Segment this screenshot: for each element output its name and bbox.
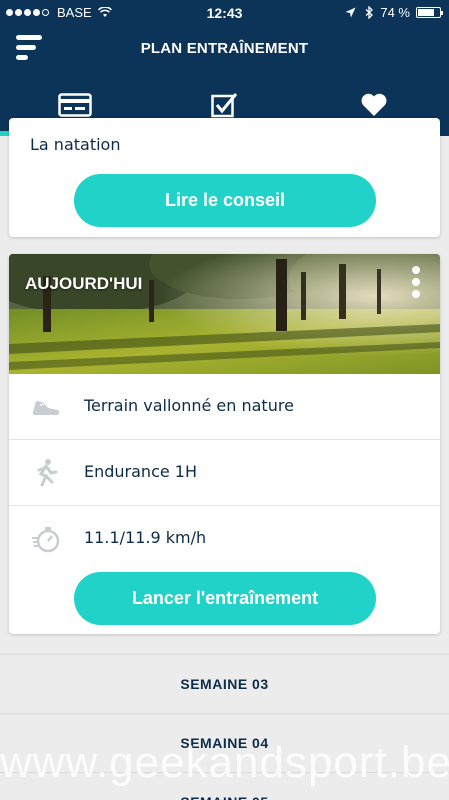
battery-fill [418, 9, 434, 16]
week-row-03[interactable]: SEMAINE 03 [0, 654, 449, 712]
app-header: PLAN ENTRAÎNEMENT [0, 25, 449, 73]
location-arrow-icon [345, 7, 356, 18]
shoe-icon [33, 401, 60, 415]
week-row-04[interactable]: SEMAINE 04 [0, 713, 449, 771]
today-card: AUJOURD'HUI Terrain vallonné en nature E… [9, 254, 440, 634]
start-training-button[interactable]: Lancer l'entraînement [74, 572, 376, 625]
speed-text: 11.1/11.9 km/h [84, 528, 207, 547]
advice-card: La natation Lire le conseil [9, 118, 440, 237]
today-label: AUJOURD'HUI [25, 274, 143, 293]
battery-icon [416, 7, 443, 18]
more-vertical-icon[interactable] [412, 266, 420, 302]
terrain-text: Terrain vallonné en nature [84, 396, 294, 415]
park-scene-illustration [9, 254, 440, 374]
battery-percent: 74 % [380, 5, 410, 20]
park-hero-image: AUJOURD'HUI [9, 254, 440, 374]
speed-row: 11.1/11.9 km/h [9, 506, 440, 572]
endurance-row: Endurance 1H [9, 440, 440, 506]
status-bar: BASE 12:43 74 % [0, 0, 449, 25]
checklist-icon [210, 92, 237, 117]
endurance-text: Endurance 1H [84, 462, 198, 481]
runner-icon [37, 459, 58, 487]
read-advice-button[interactable]: Lire le conseil [74, 174, 376, 227]
advice-text: La natation [30, 135, 121, 154]
stopwatch-speed-icon [32, 527, 60, 553]
training-card-icon [58, 92, 92, 117]
page-title: PLAN ENTRAÎNEMENT [140, 40, 309, 57]
heart-icon [361, 93, 387, 116]
terrain-row: Terrain vallonné en nature [9, 374, 440, 440]
bluetooth-icon [365, 6, 374, 19]
week-row-05[interactable]: SEMAINE 05 [0, 772, 449, 800]
status-right: 74 % [345, 5, 443, 20]
